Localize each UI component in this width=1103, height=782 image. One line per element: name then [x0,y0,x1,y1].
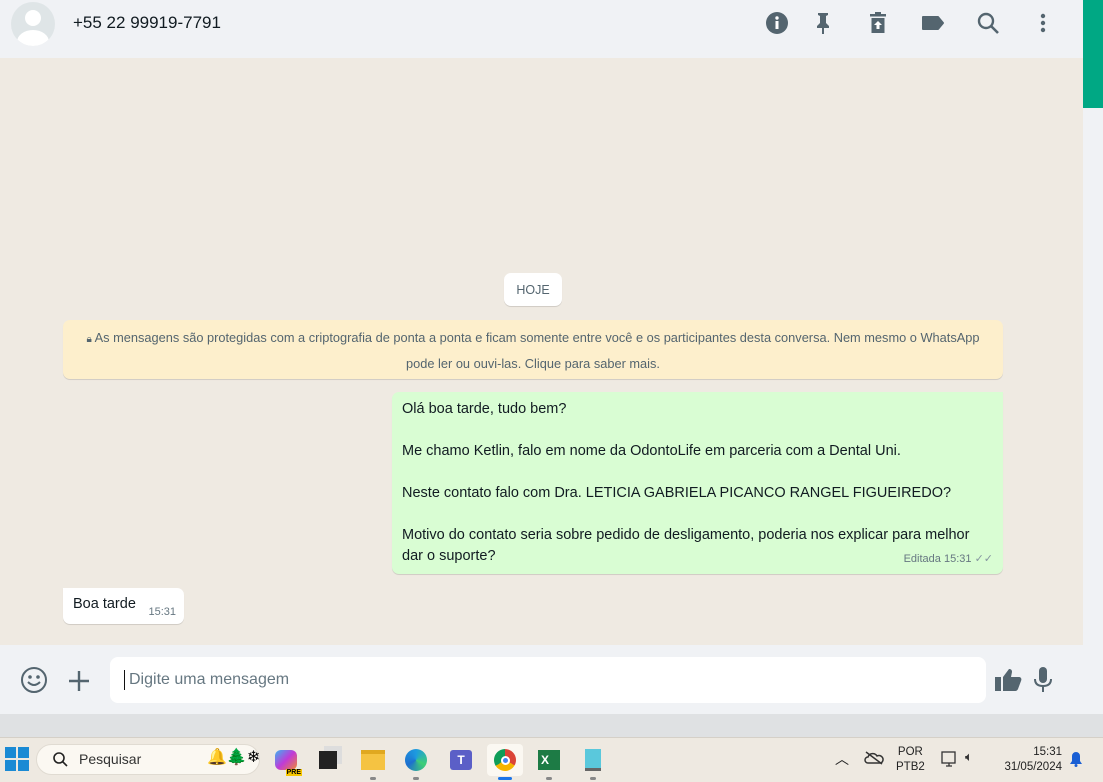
scrollbar[interactable] [1083,0,1103,714]
outgoing-message[interactable]: Olá boa tarde, tudo bem? Me chamo Ketlin… [392,392,1003,574]
double-check-icon: ✓✓ [974,553,993,565]
copilot-badge: PRE [285,769,302,776]
time-label: 15:31 [1033,746,1062,758]
teams-icon[interactable]: T [443,744,479,776]
encryption-notice[interactable]: 🔒︎ As mensagens são protegidas com a cri… [63,320,1003,379]
contact-name[interactable]: +55 22 99919-7791 [73,13,221,33]
show-hidden-icons[interactable]: ︿ [835,749,849,769]
microphone-icon[interactable] [1033,666,1053,699]
lock-icon: 🔒︎ [86,334,95,345]
message-text: Olá boa tarde, tudo bem? [402,401,567,417]
label-icon[interactable] [920,10,946,36]
message-meta: Editada 15:31 ✓✓ [904,549,993,570]
edited-label: Editada [903,553,941,565]
notification-bell-icon[interactable] [1069,751,1083,772]
copilot-icon[interactable]: PRE [268,744,304,776]
message-time: 15:31 [148,606,176,618]
language-indicator[interactable]: POR PTB2 [896,745,925,775]
volume-icon[interactable]: 🔈︎ [965,749,973,765]
file-explorer-icon[interactable] [355,744,391,780]
message-input[interactable]: Digite uma mensagem [110,657,986,703]
network-icon[interactable] [941,750,961,773]
thumbs-up-icon[interactable] [994,667,1022,698]
incoming-message[interactable]: Boa tarde 15:31 [63,588,184,624]
windows-start-icon[interactable] [5,747,29,776]
search-label: Pesquisar [79,751,142,767]
search-icon[interactable] [975,10,1001,36]
chrome-icon[interactable] [487,744,523,780]
keyboard-layout-label: PTB2 [896,761,925,773]
menu-icon[interactable] [1030,10,1056,36]
chat-header: +55 22 99919-7791 [0,0,1083,58]
date-label: 31/05/2024 [1004,761,1062,773]
message-time: 15:31 [943,553,972,565]
notepad-icon[interactable] [575,744,611,780]
message-text: Boa tarde [73,596,136,612]
info-icon[interactable] [764,10,790,36]
task-view-icon[interactable] [310,744,346,776]
date-badge: HOJE [504,273,562,306]
attach-plus-icon[interactable] [67,669,91,698]
emoji-icon[interactable] [20,666,48,699]
winter-decoration-icon: 🔔🌲❄ [207,749,261,766]
delete-icon[interactable] [865,10,891,36]
avatar[interactable] [11,2,55,46]
excel-icon[interactable]: X [531,744,567,780]
onedrive-offline-icon[interactable] [864,750,884,771]
message-text: Me chamo Ketlin, falo em nome da OdontoL… [402,443,901,459]
input-placeholder: Digite uma mensagem [129,671,290,689]
search-icon [52,751,68,772]
pin-icon[interactable] [810,10,836,36]
message-text: Neste contato falo com Dra. LETICIA GABR… [402,485,952,501]
language-label: POR [897,746,923,758]
edge-icon[interactable] [398,744,434,780]
clock[interactable]: 15:31 31/05/2024 [996,745,1062,775]
